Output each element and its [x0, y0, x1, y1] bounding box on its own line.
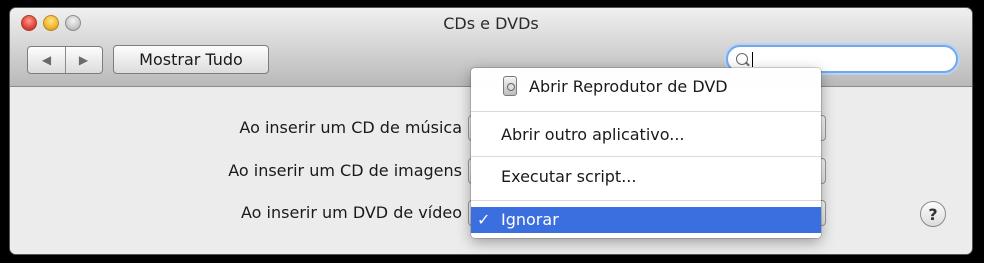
picture-cd-label: Ao inserir um CD de imagens — [228, 161, 462, 180]
menu-item-label: Abrir Reprodutor de DVD — [529, 77, 728, 96]
forward-arrow-icon: ▶ — [78, 53, 89, 67]
text-caret — [752, 52, 753, 67]
menu-separator — [471, 156, 821, 157]
show-all-button[interactable]: Mostrar Tudo — [113, 45, 269, 74]
help-button[interactable]: ? — [920, 201, 946, 227]
music-cd-label: Ao inserir um CD de música — [239, 118, 462, 137]
back-arrow-icon: ◀ — [41, 53, 52, 67]
back-button[interactable]: ◀ — [28, 47, 66, 73]
menu-item-open-dvd-player[interactable]: Abrir Reprodutor de DVD — [471, 68, 821, 106]
video-dvd-label: Ao inserir um DVD de vídeo — [241, 203, 462, 222]
menu-separator — [471, 200, 821, 201]
checkmark-icon: ✓ — [477, 210, 491, 229]
forward-button[interactable]: ▶ — [65, 47, 102, 73]
menu-item-run-script[interactable]: Executar script... — [471, 158, 821, 196]
menu-item-label: Executar script... — [501, 167, 637, 186]
window-title: CDs e DVDs — [443, 14, 539, 33]
menu-item-open-other-app[interactable]: Abrir outro aplicativo... — [471, 116, 821, 154]
menu-item-label: Abrir outro aplicativo... — [501, 125, 685, 144]
menu-item-label: Ignorar — [501, 210, 559, 229]
navigation-segmented-control: ◀ ▶ — [27, 46, 103, 74]
dvd-player-icon — [503, 76, 517, 96]
preferences-window: CDs e DVDs ◀ ▶ Mostrar Tudo Ao inserir u… — [10, 8, 972, 254]
menu-item-ignore[interactable]: ✓ Ignorar — [471, 207, 821, 233]
menu-separator — [471, 111, 821, 112]
video-dvd-action-menu: Abrir Reprodutor de DVD Abrir outro apli… — [471, 68, 821, 238]
search-icon — [736, 53, 748, 65]
